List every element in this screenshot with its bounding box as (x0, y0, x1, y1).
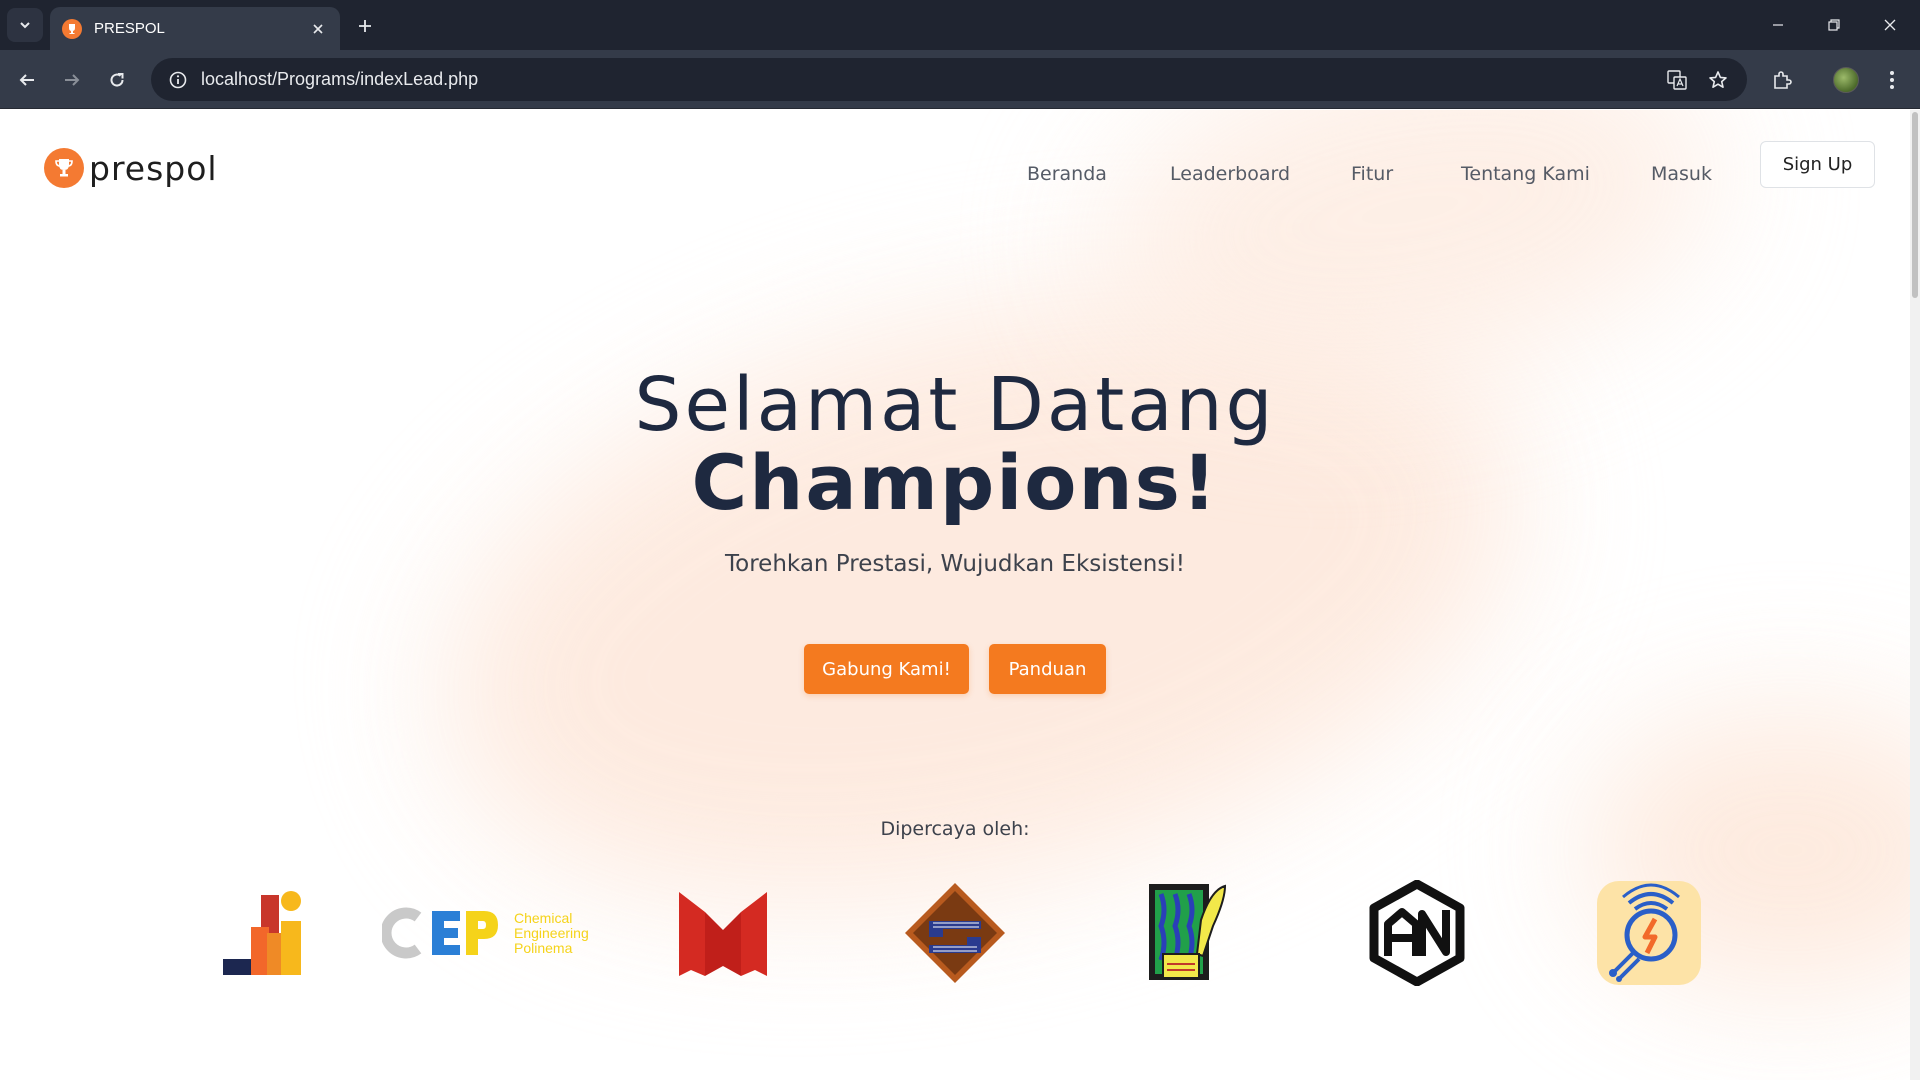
browser-tab-strip: PRESPOL (0, 0, 1920, 50)
background-glow (378, 195, 1582, 1005)
restore-icon[interactable] (1811, 8, 1857, 42)
minimize-icon[interactable] (1755, 8, 1801, 42)
chevron-down-icon (20, 22, 30, 29)
guide-button[interactable]: Panduan (989, 644, 1106, 694)
browser-menu-icon[interactable] (1875, 63, 1909, 97)
profile-avatar[interactable] (1829, 63, 1863, 97)
nav-link-fitur[interactable]: Fitur (1351, 163, 1393, 185)
join-button[interactable]: Gabung Kami! (804, 644, 969, 694)
page-scrollbar[interactable] (1910, 110, 1920, 1080)
translate-icon[interactable] (1661, 64, 1693, 96)
tab-search-button[interactable] (7, 8, 43, 42)
main-nav: Beranda Leaderboard Fitur Tentang Kami M… (0, 151, 1910, 199)
browser-toolbar: localhost/Programs/indexLead.php (0, 50, 1920, 109)
site-info-icon[interactable] (157, 58, 199, 101)
address-bar[interactable]: localhost/Programs/indexLead.php (151, 58, 1747, 101)
tab-title: PRESPOL (94, 20, 165, 37)
close-window-icon[interactable] (1867, 8, 1913, 42)
signup-button[interactable]: Sign Up (1760, 141, 1875, 188)
favicon-trophy-icon (62, 18, 82, 39)
background-glow (1580, 710, 1910, 990)
extensions-puzzle-icon[interactable] (1765, 63, 1799, 97)
browser-tab[interactable]: PRESPOL (50, 7, 340, 50)
nav-link-masuk[interactable]: Masuk (1651, 163, 1712, 185)
page-viewport: prespol Beranda Leaderboard Fitur Tentan… (0, 110, 1910, 1080)
close-tab-icon[interactable] (308, 19, 328, 39)
nav-link-leaderboard[interactable]: Leaderboard (1170, 163, 1290, 185)
reload-icon[interactable] (100, 63, 134, 97)
url-text: localhost/Programs/indexLead.php (201, 69, 479, 89)
scrollbar-thumb[interactable] (1912, 112, 1918, 298)
new-tab-plus-icon[interactable] (352, 13, 378, 39)
back-arrow-icon[interactable] (10, 63, 44, 97)
nav-link-beranda[interactable]: Beranda (1027, 163, 1107, 185)
forward-arrow-icon[interactable] (55, 63, 89, 97)
bookmark-star-icon[interactable] (1702, 64, 1734, 96)
nav-link-tentang-kami[interactable]: Tentang Kami (1461, 163, 1590, 185)
